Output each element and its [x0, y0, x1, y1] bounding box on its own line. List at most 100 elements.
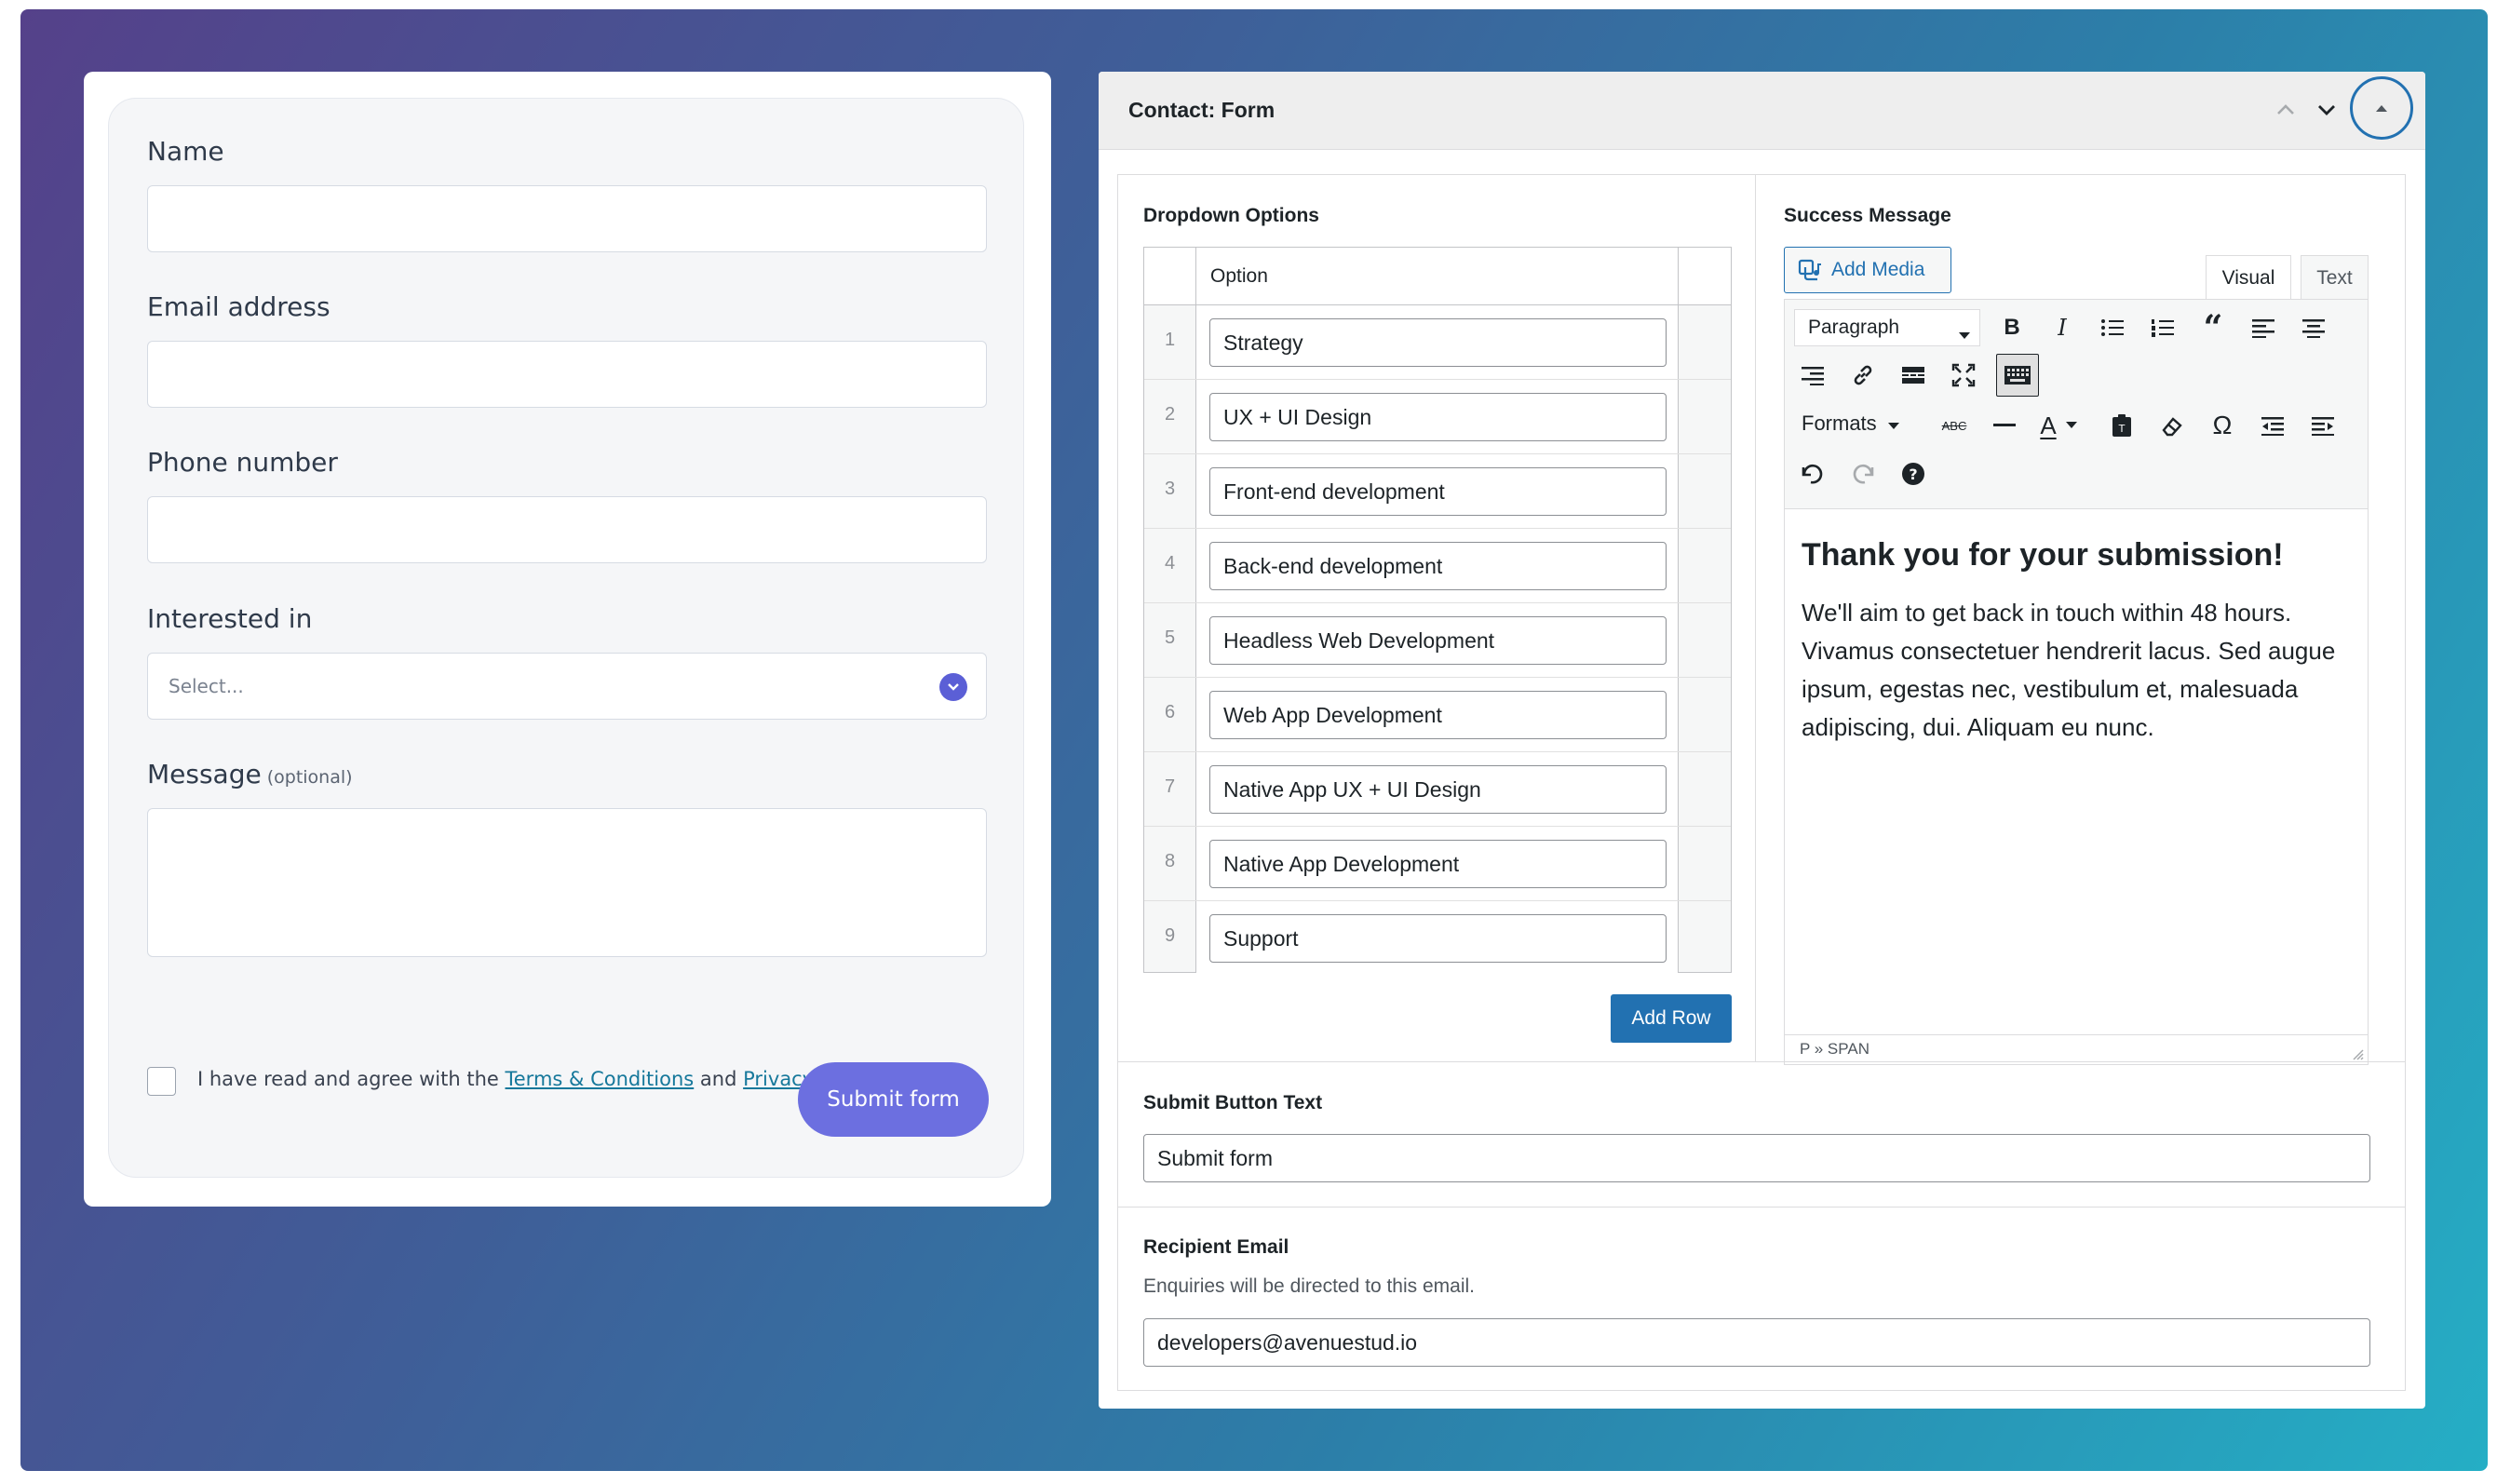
align-right-icon[interactable] — [1795, 358, 1830, 393]
option-cell: Strategy — [1196, 305, 1678, 379]
row-number[interactable]: 3 — [1144, 479, 1195, 500]
toolbar-toggle-icon[interactable] — [1996, 354, 2039, 397]
row-number[interactable]: 8 — [1144, 851, 1195, 872]
outdent-icon[interactable] — [2255, 408, 2290, 443]
paste-text-icon[interactable]: T — [2104, 408, 2139, 443]
help-icon[interactable]: ? — [1896, 456, 1931, 492]
tab-text[interactable]: Text — [2301, 255, 2369, 300]
editor-status-path: P » SPAN — [1785, 1034, 2368, 1064]
align-center-icon[interactable] — [2296, 310, 2331, 345]
bullet-list-icon[interactable] — [2095, 310, 2130, 345]
table-row: 7 Native App UX + UI Design — [1144, 752, 1731, 827]
panel-title: Contact: Form — [1128, 98, 1275, 122]
svg-text:T: T — [2118, 423, 2126, 435]
row-number[interactable]: 1 — [1144, 330, 1195, 351]
success-body: We'll aim to get back in touch within 48… — [1802, 599, 2336, 741]
submit-button-text-input[interactable]: Submit form — [1143, 1134, 2370, 1182]
option-input[interactable]: Web App Development — [1209, 691, 1667, 739]
option-cell: Headless Web Development — [1196, 603, 1678, 677]
option-input[interactable]: Headless Web Development — [1209, 616, 1667, 665]
row-number[interactable]: 4 — [1144, 553, 1195, 574]
terms-and: and — [699, 1068, 737, 1090]
resize-handle-icon[interactable] — [2351, 1047, 2364, 1060]
name-label: Name — [147, 136, 224, 167]
clear-formatting-icon[interactable] — [2154, 408, 2190, 443]
editor-content[interactable]: Thank you for your submission! We'll aim… — [1802, 537, 2351, 747]
fullscreen-icon[interactable] — [1946, 358, 1981, 393]
option-cell: UX + UI Design — [1196, 380, 1678, 453]
message-field[interactable] — [147, 808, 987, 957]
option-input[interactable]: Back-end development — [1209, 542, 1667, 590]
recipient-email-label: Recipient Email — [1143, 1236, 1289, 1258]
interest-placeholder: Select... — [169, 675, 244, 697]
table-row: 5 Headless Web Development — [1144, 603, 1731, 678]
option-input[interactable]: UX + UI Design — [1209, 393, 1667, 441]
terms-link[interactable]: Terms & Conditions — [506, 1068, 695, 1090]
caret-down-icon — [1959, 323, 1970, 345]
add-media-icon — [1798, 259, 1821, 281]
email-field[interactable] — [147, 341, 987, 408]
move-down-icon[interactable] — [2315, 98, 2339, 127]
option-input[interactable]: Strategy — [1209, 318, 1667, 367]
align-left-icon[interactable] — [2246, 310, 2281, 345]
submit-form-button[interactable]: Submit form — [798, 1062, 989, 1137]
numbered-list-icon[interactable] — [2145, 310, 2180, 345]
phone-field[interactable] — [147, 496, 987, 563]
italic-icon[interactable]: I — [2045, 310, 2080, 345]
add-row-button[interactable]: Add Row — [1611, 994, 1732, 1043]
interest-select[interactable]: Select... — [147, 653, 987, 720]
option-input[interactable]: Native App UX + UI Design — [1209, 765, 1667, 814]
row-number[interactable]: 9 — [1144, 925, 1195, 947]
option-cell: Front-end development — [1196, 454, 1678, 528]
recipient-email-input[interactable]: developers@avenuestud.io — [1143, 1318, 2370, 1367]
option-cell: Native App UX + UI Design — [1196, 752, 1678, 826]
undo-icon[interactable] — [1795, 456, 1830, 492]
caret-up-icon — [2376, 105, 2387, 112]
terms-checkbox[interactable] — [147, 1067, 176, 1096]
redo-icon[interactable] — [1845, 456, 1881, 492]
recipient-email-description: Enquiries will be directed to this email… — [1143, 1275, 1475, 1297]
optional-hint: (optional) — [266, 767, 353, 788]
option-input[interactable]: Native App Development — [1209, 840, 1667, 888]
move-up-icon[interactable] — [2274, 98, 2298, 127]
chevron-down-icon — [939, 673, 967, 701]
link-icon[interactable] — [1845, 358, 1881, 393]
option-input[interactable]: Front-end development — [1209, 467, 1667, 516]
contact-form-settings-panel: Contact: Form Dropdown Options Option 1S… — [1099, 72, 2425, 1409]
text-color-icon[interactable]: A — [2029, 408, 2088, 443]
table-row: 2 UX + UI Design — [1144, 380, 1731, 454]
indent-icon[interactable] — [2305, 408, 2341, 443]
formats-label: Formats — [1802, 411, 1877, 435]
option-cell: Web App Development — [1196, 678, 1678, 751]
row-number[interactable]: 2 — [1144, 404, 1195, 425]
blockquote-icon[interactable]: “ — [2195, 308, 2231, 347]
option-cell: Back-end development — [1196, 529, 1678, 602]
option-column-header: Option — [1210, 265, 1268, 287]
name-field[interactable] — [147, 185, 987, 252]
success-message-label: Success Message — [1784, 205, 1951, 226]
collapse-toggle-button[interactable] — [2350, 76, 2413, 140]
option-cell: Native App Development — [1196, 827, 1678, 900]
special-character-icon[interactable]: Ω — [2205, 408, 2240, 443]
table-row: 4 Back-end development — [1144, 529, 1731, 603]
paragraph-format-value: Paragraph — [1808, 317, 1900, 338]
read-more-icon[interactable] — [1896, 358, 1931, 393]
bold-icon[interactable]: B — [1994, 310, 2030, 345]
horizontal-line-icon[interactable] — [1987, 408, 2022, 443]
table-row: 6 Web App Development — [1144, 678, 1731, 752]
add-media-button[interactable]: Add Media — [1784, 247, 1951, 293]
formats-dropdown[interactable]: Formats — [1802, 411, 1899, 436]
row-number[interactable]: 7 — [1144, 776, 1195, 798]
row-number[interactable]: 5 — [1144, 627, 1195, 649]
paragraph-format-select[interactable]: Paragraph — [1794, 309, 1980, 346]
form-container: Name Email address Phone number Interest… — [108, 98, 1024, 1178]
caret-down-icon — [1887, 423, 1899, 429]
column-divider — [1755, 175, 1756, 1062]
table-header: Option — [1144, 248, 1731, 305]
strikethrough-icon[interactable]: ABC — [1937, 408, 1972, 443]
terms-prefix: I have read and agree with the — [197, 1068, 499, 1090]
email-label: Email address — [147, 291, 331, 322]
row-number[interactable]: 6 — [1144, 702, 1195, 723]
tab-visual[interactable]: Visual — [2206, 255, 2291, 300]
option-input[interactable]: Support — [1209, 914, 1667, 963]
